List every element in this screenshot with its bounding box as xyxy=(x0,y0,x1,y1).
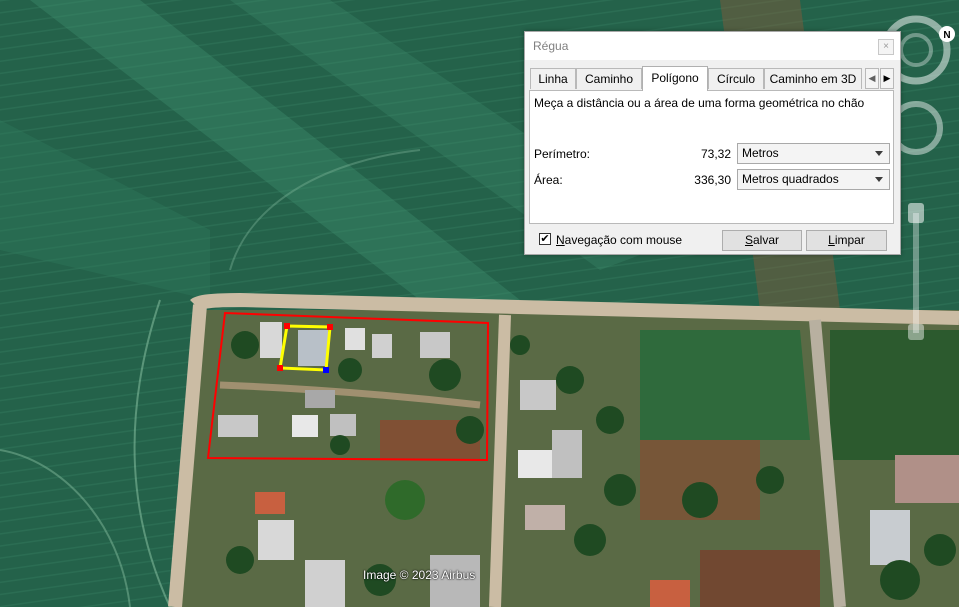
mouse-navigation-label: Navegação com mouse xyxy=(556,233,683,247)
save-button[interactable]: Salvar xyxy=(722,230,802,251)
tab-scroll-left-icon[interactable]: ◀ xyxy=(865,68,879,89)
perimeter-label: Perímetro: xyxy=(534,147,591,161)
tab-linha[interactable]: Linha xyxy=(530,68,576,89)
polygon-vertex[interactable] xyxy=(327,324,333,330)
polygon-vertex[interactable] xyxy=(277,365,283,371)
clear-button[interactable]: Limpar xyxy=(806,230,887,251)
close-icon[interactable]: × xyxy=(878,39,894,55)
chevron-down-icon xyxy=(875,151,883,156)
imagery-attribution: Image © 2023 Airbus xyxy=(363,568,476,582)
chevron-down-icon xyxy=(875,177,883,182)
tab-poligono[interactable]: Polígono xyxy=(642,66,708,91)
area-label: Área: xyxy=(534,173,563,187)
tab-caminho-3d[interactable]: Caminho em 3D xyxy=(764,68,862,89)
mouse-navigation-checkbox[interactable]: ✔ xyxy=(539,233,551,245)
tab-scroll-right-icon[interactable]: ▶ xyxy=(880,68,894,89)
polygon-vertex[interactable] xyxy=(323,367,329,373)
tab-bar: Linha Caminho Polígono Círculo Caminho e… xyxy=(530,66,895,91)
zoom-slider-icon[interactable] xyxy=(908,203,924,340)
area-unit-select[interactable]: Metros quadrados xyxy=(737,169,890,190)
area-value: 336,30 xyxy=(694,173,731,187)
tree-cluster xyxy=(830,330,959,460)
area-unit-value: Metros quadrados xyxy=(742,172,839,186)
perimeter-unit-select[interactable]: Metros xyxy=(737,143,890,164)
polygon-vertex[interactable] xyxy=(284,323,290,329)
tab-circulo[interactable]: Círculo xyxy=(708,68,764,89)
compass-north-letter: N xyxy=(943,30,950,41)
panel-description: Meça a distância ou a área de uma forma … xyxy=(534,96,865,110)
polygon-panel: Meça a distância ou a área de uma forma … xyxy=(529,90,894,224)
tab-caminho[interactable]: Caminho xyxy=(576,68,642,89)
dialog-title: Régua xyxy=(533,39,569,53)
perimeter-unit-value: Metros xyxy=(742,146,779,160)
ruler-dialog: Régua × Linha Caminho Polígono Círculo C… xyxy=(524,31,901,255)
dialog-titlebar[interactable]: Régua × xyxy=(525,32,900,60)
perimeter-value: 73,32 xyxy=(700,147,731,161)
orchard xyxy=(640,330,810,440)
